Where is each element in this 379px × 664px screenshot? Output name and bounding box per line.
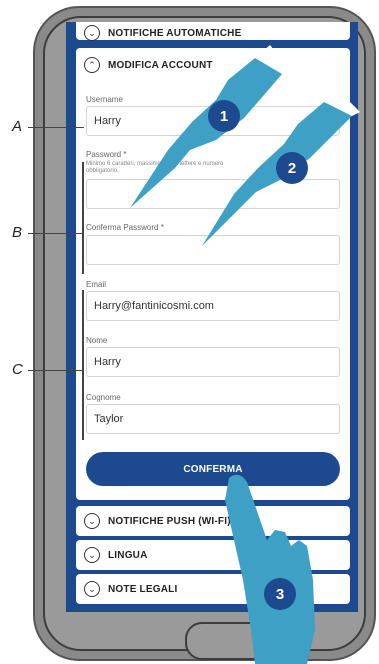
surname-field[interactable]: Taylor [86,404,340,434]
annotation-b: B [12,224,23,241]
chevron-down-icon: ⌄ [84,25,100,41]
annotation-b-line [28,233,83,234]
chevron-down-icon: ⌄ [84,547,100,563]
name-field[interactable]: Harry [86,347,340,377]
annotation-c: C [12,361,23,378]
annotation-c-line [28,370,83,371]
surname-label: Cognome [86,393,121,402]
chevron-down-icon: ⌄ [84,513,100,529]
annotation-a-line [28,127,84,128]
section-title: LINGUA [108,549,148,561]
annotation-b-bracket [82,162,84,274]
annotation-c-bracket [82,290,84,440]
confirm-password-label: Conferma Password * [86,223,164,232]
username-label: Username [86,95,123,104]
annotation-a: A [12,118,23,135]
section-title: NOTE LEGALI [108,583,178,595]
section-title: NOTIFICHE PUSH (WI-FI) [108,515,231,527]
pointing-hand-icon [225,474,315,664]
step-2-badge: 2 [276,152,308,184]
step-3-badge: 3 [264,578,296,610]
email-label: Email [86,280,107,289]
name-label: Nome [86,336,108,345]
chevron-down-icon: ⌄ [84,581,100,597]
email-field[interactable]: Harry@fantinicosmi.com [86,291,340,321]
chevron-up-icon: ⌃ [84,57,100,73]
